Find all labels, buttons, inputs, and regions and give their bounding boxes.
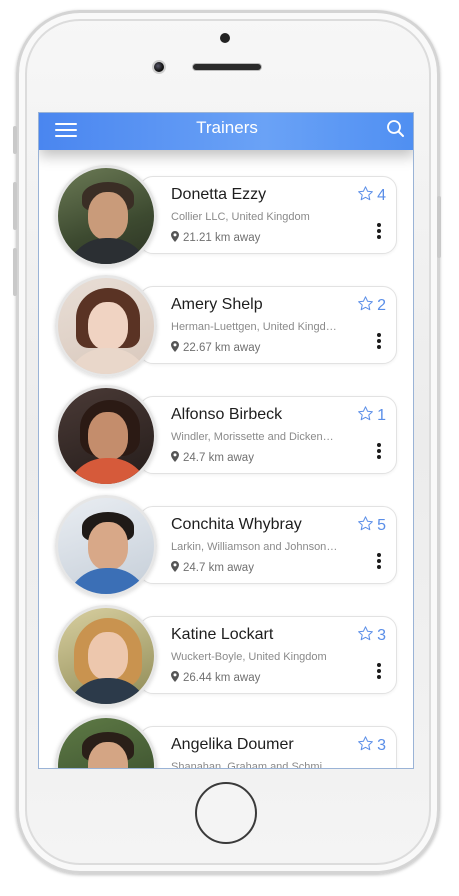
- trainer-name: Conchita Whybray: [171, 516, 302, 533]
- trainer-rating: 4: [357, 185, 386, 205]
- trainer-rating: 5: [357, 515, 386, 535]
- trainer-card[interactable]: Conchita Whybray Larkin, Williamson and …: [139, 506, 397, 584]
- search-icon[interactable]: [385, 118, 407, 140]
- trainer-distance: 24.7 km away: [171, 451, 254, 464]
- rating-value: 5: [377, 517, 386, 534]
- avatar: [55, 495, 157, 597]
- avatar: [55, 275, 157, 377]
- distance-text: 26.44 km away: [183, 672, 261, 684]
- distance-text: 22.67 km away: [183, 342, 261, 354]
- power-button: [437, 196, 441, 258]
- star-outline-icon: [358, 626, 373, 641]
- trainer-name: Katine Lockart: [171, 626, 274, 643]
- rating-value: 3: [377, 737, 386, 754]
- star-outline-icon: [358, 186, 373, 201]
- map-pin-icon: [171, 231, 179, 242]
- map-pin-icon: [171, 561, 179, 572]
- rating-value: 2: [377, 297, 386, 314]
- trainer-name: Angelika Doumer: [171, 736, 294, 753]
- distance-text: 21.21 km away: [183, 232, 261, 244]
- rating-value: 4: [377, 187, 386, 204]
- trainer-company: Herman-Luettgen, United Kingdom: [171, 321, 339, 333]
- mute-switch: [13, 126, 17, 154]
- vertical-ellipsis-icon[interactable]: [376, 223, 382, 239]
- trainer-company: Wuckert-Boyle, United Kingdom: [171, 651, 327, 663]
- home-button[interactable]: [195, 782, 257, 844]
- vertical-ellipsis-icon[interactable]: [376, 663, 382, 679]
- distance-text: 24.7 km away: [183, 562, 254, 574]
- trainer-card[interactable]: Katine Lockart Wuckert-Boyle, United Kin…: [139, 616, 397, 694]
- app-screen: Trainers Donetta Ezzy Collier LLC, Unite…: [38, 112, 414, 769]
- trainer-card[interactable]: Angelika Doumer Shanahan, Graham and Sch…: [139, 726, 397, 769]
- trainer-distance: 21.21 km away: [171, 231, 260, 244]
- trainer-card[interactable]: Donetta Ezzy Collier LLC, United Kingdom…: [139, 176, 397, 254]
- map-pin-icon: [171, 671, 179, 682]
- volume-down-button: [13, 248, 17, 296]
- star-outline-icon: [358, 296, 373, 311]
- avatar: [55, 385, 157, 487]
- proximity-sensor: [220, 33, 230, 43]
- map-pin-icon: [171, 451, 179, 462]
- trainer-company: Larkin, Williamson and Johnson, United K…: [171, 541, 339, 553]
- app-header: Trainers: [39, 113, 413, 150]
- trainer-card[interactable]: Amery Shelp Herman-Luettgen, United King…: [139, 286, 397, 364]
- trainer-rating: 3: [357, 625, 386, 645]
- trainer-distance: 24.7 km away: [171, 561, 254, 574]
- vertical-ellipsis-icon[interactable]: [376, 333, 382, 349]
- star-outline-icon: [358, 406, 373, 421]
- map-pin-icon: [171, 341, 179, 352]
- trainer-name: Amery Shelp: [171, 296, 263, 313]
- trainer-rating: 1: [357, 405, 386, 425]
- star-outline-icon: [358, 516, 373, 531]
- vertical-ellipsis-icon[interactable]: [376, 553, 382, 569]
- avatar: [55, 605, 157, 707]
- trainer-company: Windler, Morissette and Dickens, United …: [171, 431, 339, 443]
- earpiece-speaker: [192, 63, 262, 71]
- trainer-rating: 3: [357, 735, 386, 755]
- front-camera: [152, 60, 166, 74]
- avatar: [55, 715, 157, 768]
- page-title: Trainers: [196, 118, 258, 137]
- trainer-distance: 22.67 km away: [171, 341, 260, 354]
- rating-value: 1: [377, 407, 386, 424]
- star-outline-icon: [358, 736, 373, 751]
- rating-value: 3: [377, 627, 386, 644]
- trainer-distance: 26.44 km away: [171, 671, 260, 684]
- trainer-rating: 2: [357, 295, 386, 315]
- avatar: [55, 165, 157, 267]
- distance-text: 24.7 km away: [183, 452, 254, 464]
- volume-up-button: [13, 182, 17, 230]
- trainer-company: Collier LLC, United Kingdom: [171, 211, 310, 223]
- trainer-name: Donetta Ezzy: [171, 186, 267, 203]
- trainer-list: Donetta Ezzy Collier LLC, United Kingdom…: [39, 113, 413, 769]
- vertical-ellipsis-icon[interactable]: [376, 443, 382, 459]
- trainer-company: Shanahan, Graham and Schmidt, United Kin…: [171, 761, 339, 769]
- trainer-name: Alfonso Birbeck: [171, 406, 283, 423]
- trainer-card[interactable]: Alfonso Birbeck Windler, Morissette and …: [139, 396, 397, 474]
